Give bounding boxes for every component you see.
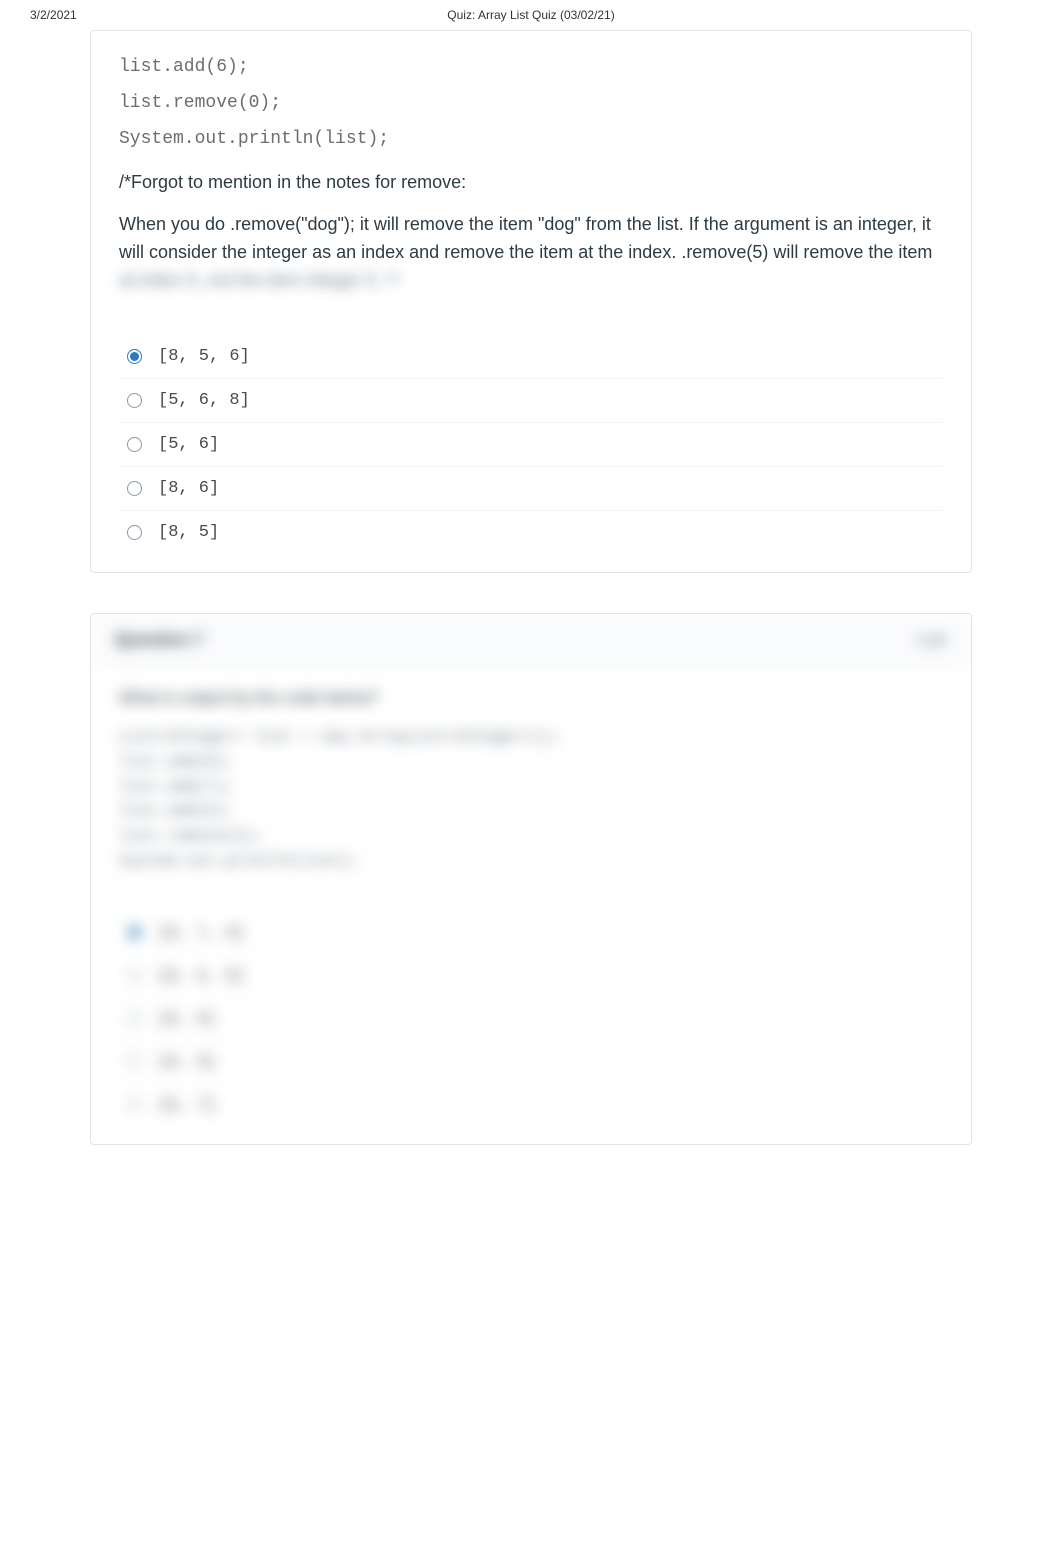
radio-icon[interactable]: [127, 393, 142, 408]
answer-option: [8, 6]: [119, 1041, 943, 1084]
question-title: Question 7: [115, 630, 203, 650]
answer-option[interactable]: [8, 5]: [119, 511, 943, 554]
print-date: 3/2/2021: [30, 8, 281, 22]
note-line-1: /*Forgot to mention in the notes for rem…: [119, 169, 943, 197]
note-line-2: When you do .remove("dog"); it will remo…: [119, 211, 943, 295]
print-title: Quiz: Array List Quiz (03/02/21): [281, 8, 782, 22]
code-block: list.add(6); list.remove(0); System.out.…: [119, 49, 943, 157]
answer-option: [8, 7]: [119, 1084, 943, 1126]
question-card-2-locked: Question 7 1 pts What is output by the c…: [90, 613, 972, 1145]
answer-text: [8, 5, 6]: [158, 347, 250, 366]
answer-text: [8, 5]: [158, 523, 219, 542]
question-prompt: What is output by the code below?: [119, 685, 943, 711]
answer-text: [8, 6, 8]: [158, 967, 244, 985]
question-body: list.add(6); list.remove(0); System.out.…: [91, 31, 971, 331]
answer-option: [8, 6]: [119, 998, 943, 1041]
radio-icon: [127, 968, 142, 983]
answer-text: [8, 6]: [158, 1053, 216, 1071]
answer-text: [8, 6]: [158, 1010, 216, 1028]
answer-option[interactable]: [8, 6]: [119, 467, 943, 511]
answer-option: [8, 7, 6]: [119, 912, 943, 955]
question-card-1: list.add(6); list.remove(0); System.out.…: [90, 30, 972, 573]
radio-selected-icon[interactable]: [127, 349, 142, 364]
answer-text: [5, 6]: [158, 435, 219, 454]
page-header: 3/2/2021 Quiz: Array List Quiz (03/02/21…: [0, 0, 1062, 30]
note-obscured-text: at index 5, not the item integer 5. */: [119, 270, 398, 290]
question-body: What is output by the code below? List<I…: [91, 667, 971, 908]
radio-icon[interactable]: [127, 525, 142, 540]
answer-text: [8, 7, 6]: [158, 924, 244, 942]
answer-option[interactable]: [5, 6, 8]: [119, 379, 943, 423]
answer-option: [8, 6, 8]: [119, 955, 943, 998]
question-points: 1 pts: [914, 631, 947, 648]
radio-icon: [127, 1054, 142, 1069]
content: list.add(6); list.remove(0); System.out.…: [0, 30, 1062, 1145]
radio-icon: [127, 1097, 142, 1112]
answer-list: [8, 7, 6] [8, 6, 8] [8, 6] [8, 6] [8, 7]: [91, 908, 971, 1144]
answer-text: [8, 6]: [158, 479, 219, 498]
question-header: Question 7 1 pts: [91, 614, 971, 667]
answer-list: [8, 5, 6] [5, 6, 8] [5, 6] [8, 6] [8, 5]: [91, 331, 971, 572]
radio-icon[interactable]: [127, 437, 142, 452]
code-block: List<Integer> list = new ArrayList<Integ…: [119, 725, 943, 874]
radio-icon: [127, 1011, 142, 1026]
answer-text: [5, 6, 8]: [158, 391, 250, 410]
note-visible-text: When you do .remove("dog"); it will remo…: [119, 214, 932, 262]
radio-icon[interactable]: [127, 481, 142, 496]
answer-option[interactable]: [5, 6]: [119, 423, 943, 467]
answer-option[interactable]: [8, 5, 6]: [119, 335, 943, 379]
answer-text: [8, 7]: [158, 1096, 216, 1114]
radio-selected-icon: [127, 925, 142, 940]
